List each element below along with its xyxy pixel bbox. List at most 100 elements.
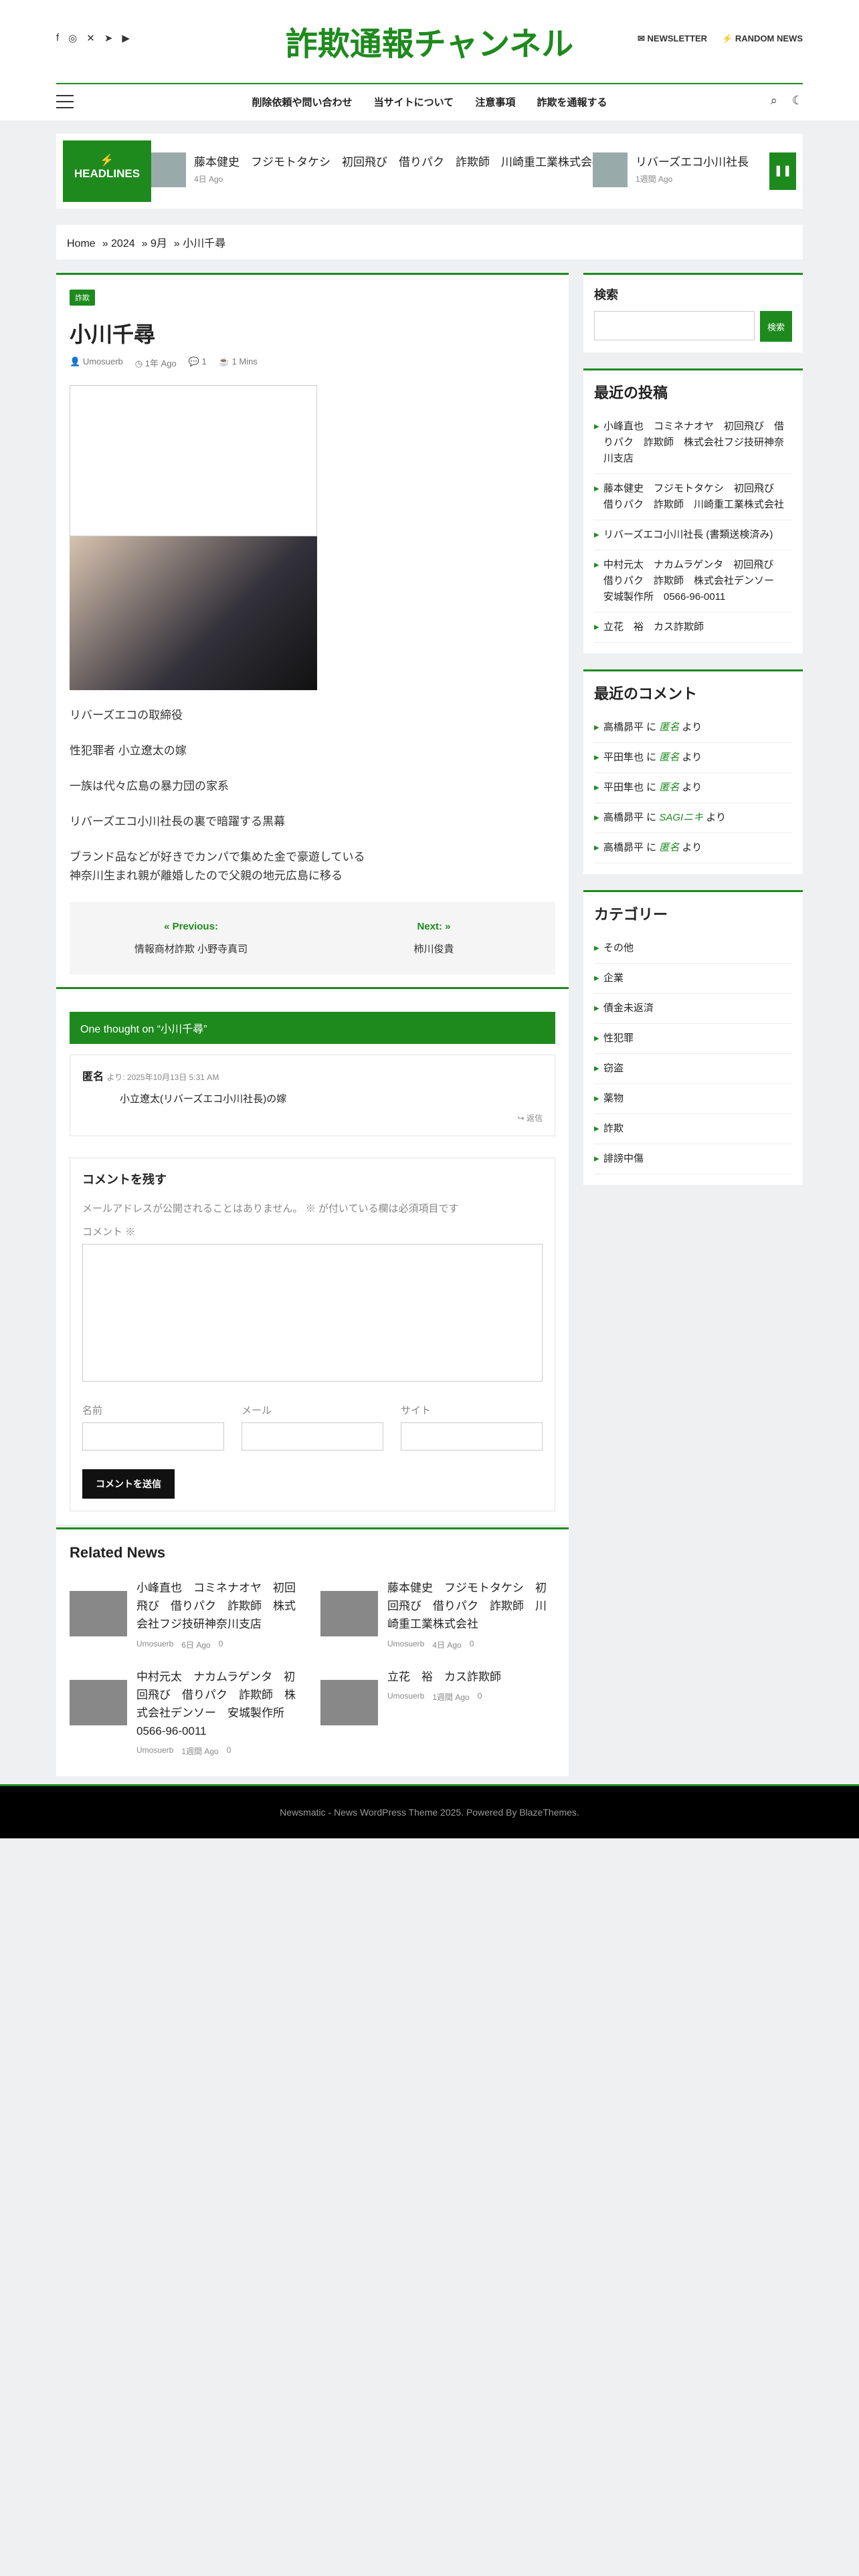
nav-item-report[interactable]: 詐欺を通報する [537, 97, 607, 108]
recent-post-link[interactable]: リバーズエコ小川社長 (書類送検済み) [594, 520, 792, 550]
screenshot-image [70, 385, 317, 536]
breadcrumb-home[interactable]: Home [67, 238, 96, 249]
category-link[interactable]: その他 [594, 934, 792, 964]
name-label: 名前 [82, 1405, 103, 1416]
related-item[interactable]: 立花 裕 カス詐欺師 Umosuerb 1週間 Ago 0 [320, 1668, 555, 1757]
recent-post-link[interactable]: 小峰直也 コミネナオヤ 初回飛び 借りパク 詐欺師 株式会社フジ技研神奈川支店 [594, 412, 792, 474]
comment-text: 小立遼太(リバーズエコ小川社長)の嫁 [120, 1093, 287, 1105]
category-link[interactable]: 性犯罪 [594, 1024, 792, 1054]
top-header: f ◎ ✕ ➤ ▶ 詐欺通報チャンネル ✉ NEWSLETTER ⚡ RANDO… [0, 0, 859, 83]
ticker-time: 1週間 Ago [636, 175, 673, 184]
email-field[interactable] [242, 1422, 383, 1451]
comment-on[interactable]: 匿名 [659, 752, 679, 763]
newsletter-link[interactable]: ✉ NEWSLETTER [638, 33, 707, 44]
post-image [70, 385, 317, 690]
reply-label: 返信 [526, 1113, 543, 1123]
related-title[interactable]: 立花 裕 カス詐欺師 [387, 1668, 501, 1686]
post-navigation: « Previous: 情報商材詐欺 小野寺真司 Next: » 柿川俊貴 [70, 902, 555, 975]
ticker-thumbnail [593, 152, 628, 187]
dark-mode-icon[interactable]: ☾ [792, 94, 803, 108]
related-item[interactable]: 藤本健史 フジモトタケシ 初回飛び 借りパク 詐欺師 川崎重工業株式会社 Umo… [320, 1579, 555, 1650]
related-author[interactable]: Umosuerb [136, 1745, 173, 1757]
recent-posts-widget: 最近の投稿 小峰直也 コミネナオヤ 初回飛び 借りパク 詐欺師 株式会社フジ技研… [583, 368, 803, 653]
nav-item-about[interactable]: 当サイトについて [374, 97, 454, 108]
recent-comments-widget: 最近のコメント 高橋昴平 に 匿名 より 平田隼也 に 匿名 より 平田隼也 に… [583, 669, 803, 874]
submit-comment-button[interactable]: コメントを送信 [82, 1469, 175, 1499]
author-meta[interactable]: 👤 Umosuerb [70, 356, 123, 369]
headlines-label-text: HEADLINES [74, 167, 140, 180]
related-item[interactable]: 中村元太 ナカムラゲンタ 初回飛び 借りパク 詐欺師 株式会社デンソー 安城製作… [70, 1668, 304, 1757]
recent-comment[interactable]: 高橋昴平 に SAGIニキ より [594, 803, 792, 833]
search-widget: 検索 検索 [583, 273, 803, 352]
article: 詐欺 小川千尋 👤 Umosuerb ◷ 1年 Ago 💬 1 ☕ 1 Mins… [56, 273, 569, 995]
ticker-item[interactable]: 藤本健史 フジモトタケシ 初回飛び 借りパク 詐欺師 川崎重工業株式会社 4日 … [151, 152, 603, 187]
related-item[interactable]: 小峰直也 コミネナオヤ 初回飛び 借りパク 詐欺師 株式会社フジ技研神奈川支店 … [70, 1579, 304, 1650]
category-link[interactable]: 企業 [594, 964, 792, 994]
comment-item: 匿名 より: 2025年10月13日 5:31 AM 小立遼太(リバーズエコ小川… [70, 1055, 555, 1136]
comment-who: 平田隼也 [603, 752, 644, 763]
reply-title: コメントを残す [82, 1173, 167, 1186]
next-post[interactable]: Next: » 柿川俊貴 [312, 921, 555, 956]
category-badge[interactable]: 詐欺 [70, 290, 95, 306]
related-title[interactable]: 中村元太 ナカムラゲンタ 初回飛び 借りパク 詐欺師 株式会社デンソー 安城製作… [136, 1668, 304, 1741]
nav-menu: 削除依頼や問い合わせ 当サイトについて 注意事項 詐欺を通報する [56, 95, 803, 109]
name-field[interactable] [82, 1422, 224, 1451]
form-notice: メールアドレスが公開されることはありません。 ※ が付いている欄は必須項目です [82, 1203, 459, 1214]
post-time: 1年 Ago [145, 358, 177, 368]
comment-on[interactable]: 匿名 [659, 722, 679, 733]
related-thumbnail[interactable] [320, 1679, 378, 1725]
comment-date[interactable]: より: 2025年10月13日 5:31 AM [106, 1073, 219, 1082]
breadcrumb-month[interactable]: 9月 [151, 238, 167, 249]
search-input[interactable] [594, 311, 755, 340]
comment-on[interactable]: 匿名 [659, 842, 679, 853]
nav-item-notes[interactable]: 注意事項 [475, 97, 515, 108]
recent-post-link[interactable]: 立花 裕 カス詐欺師 [594, 613, 792, 643]
comment-on[interactable]: 匿名 [659, 782, 679, 793]
paragraph: 一族は代々広島の暴力団の家系 [70, 779, 229, 792]
recent-posts-title: 最近の投稿 [594, 385, 668, 401]
recent-post-link[interactable]: 藤本健史 フジモトタケシ 初回飛び 借りパク 詐欺師 川崎重工業株式会社 [594, 474, 792, 520]
related-title[interactable]: 藤本健史 フジモトタケシ 初回飛び 借りパク 詐欺師 川崎重工業株式会社 [387, 1579, 555, 1634]
comment-on[interactable]: SAGIニキ [659, 812, 703, 823]
recent-post-link[interactable]: 中村元太 ナカムラゲンタ 初回飛び 借りパク 詐欺師 株式会社デンソー 安城製作… [594, 550, 792, 613]
category-link[interactable]: 窃盗 [594, 1054, 792, 1084]
ticker-item[interactable]: リバーズエコ小川社長 1週間 Ago [593, 152, 749, 187]
ticker-title[interactable]: リバーズエコ小川社長 [636, 152, 749, 169]
ticker-time: 4日 Ago [194, 175, 223, 184]
comment-textarea[interactable] [82, 1244, 543, 1382]
site-footer: Newsmatic - News WordPress Theme 2025. P… [0, 1784, 859, 1838]
search-button[interactable]: 検索 [760, 311, 792, 342]
breadcrumb-year[interactable]: 2024 [111, 238, 135, 249]
related-thumbnail[interactable] [70, 1679, 127, 1725]
next-label: Next: [417, 921, 442, 933]
related-author[interactable]: Umosuerb [387, 1639, 424, 1650]
category-link[interactable]: 誹謗中傷 [594, 1144, 792, 1174]
search-icon[interactable]: ⌕ [771, 94, 777, 108]
related-title[interactable]: 小峰直也 コミネナオヤ 初回飛び 借りパク 詐欺師 株式会社フジ技研神奈川支店 [136, 1579, 304, 1634]
related-author[interactable]: Umosuerb [387, 1691, 424, 1703]
category-link[interactable]: 詐欺 [594, 1114, 792, 1144]
recent-comment[interactable]: 平田隼也 に 匿名 より [594, 773, 792, 803]
prev-title[interactable]: 情報商材詐欺 小野寺真司 [70, 942, 312, 956]
next-title[interactable]: 柿川俊貴 [312, 942, 555, 956]
reply-link[interactable]: ↪ 返信 [82, 1112, 543, 1123]
related-thumbnail[interactable] [70, 1591, 127, 1636]
comment-count[interactable]: 💬 1 [189, 356, 207, 369]
related-comments: 0 [226, 1745, 231, 1755]
category-link[interactable]: 債金未返済 [594, 994, 792, 1024]
ticker-title[interactable]: 藤本健史 フジモトタケシ 初回飛び 借りパク 詐欺師 川崎重工業株式会社 [194, 152, 603, 169]
comment-label: コメント ※ [82, 1226, 136, 1238]
recent-comment[interactable]: 高橋昴平 に 匿名 より [594, 713, 792, 743]
random-news-link[interactable]: ⚡ RANDOM NEWS [722, 33, 803, 44]
recent-comment[interactable]: 高橋昴平 に 匿名 より [594, 833, 792, 863]
prev-post[interactable]: « Previous: 情報商材詐欺 小野寺真司 [70, 921, 312, 956]
nav-wrapper: 削除依頼や問い合わせ 当サイトについて 注意事項 詐欺を通報する ⌕ ☾ [0, 83, 859, 120]
site-field[interactable] [401, 1422, 543, 1451]
related-thumbnail[interactable] [320, 1591, 378, 1636]
category-link[interactable]: 薬物 [594, 1084, 792, 1114]
pause-icon[interactable]: ❚❚ [769, 152, 796, 190]
time-meta: ◷ 1年 Ago [134, 358, 177, 368]
recent-comment[interactable]: 平田隼也 に 匿名 より [594, 743, 792, 773]
nav-item-contact[interactable]: 削除依頼や問い合わせ [252, 97, 352, 108]
related-author[interactable]: Umosuerb [136, 1639, 173, 1650]
